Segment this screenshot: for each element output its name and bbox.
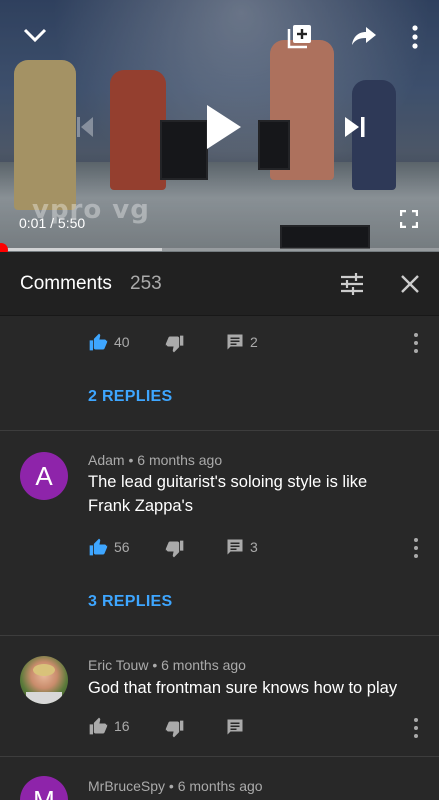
thumbs-up-icon [89, 538, 108, 556]
like-button[interactable]: 56 [88, 537, 130, 557]
comment-more-icon[interactable] [410, 717, 422, 739]
thumbs-down-icon[interactable] [165, 719, 185, 739]
meta-separator: • [148, 657, 162, 673]
like-count: 40 [114, 334, 130, 350]
comment-text-line: Frank Zappa's [88, 497, 193, 515]
comment-meta: Adam • 6 months ago [88, 452, 222, 468]
collapse-chevron-icon[interactable] [22, 25, 48, 45]
more-options-icon[interactable] [410, 24, 420, 50]
like-count: 56 [114, 539, 130, 555]
meta-separator: • [124, 452, 138, 468]
like-button[interactable]: 16 [88, 716, 130, 736]
thumbs-down-icon[interactable] [165, 334, 185, 354]
thumbs-up-icon [89, 717, 108, 735]
previous-icon [77, 117, 93, 137]
reply-button[interactable]: 3 [226, 538, 258, 556]
play-icon[interactable] [203, 103, 243, 151]
avatar[interactable] [20, 656, 68, 704]
reply-button[interactable]: 2 [226, 333, 258, 351]
sort-filter-icon[interactable] [338, 270, 366, 298]
progress-bar[interactable] [0, 248, 439, 251]
comment-time: 6 months ago [137, 452, 223, 468]
meta-separator: • [165, 778, 178, 794]
current-time: 0:01 [19, 215, 47, 231]
comments-list[interactable]: 40 2 2 REPLIES A Adam • 6 months ago The… [0, 316, 439, 800]
comments-title: Comments [20, 273, 112, 294]
divider [0, 430, 439, 431]
comment-author[interactable]: MrBruceSpy [88, 778, 165, 794]
comment-more-icon[interactable] [410, 537, 422, 559]
comment-time: 6 months ago [161, 657, 246, 673]
comment-author[interactable]: Adam [88, 452, 125, 468]
duration: 5:50 [57, 215, 86, 231]
reply-comment-icon [227, 539, 243, 555]
reply-comment-icon [227, 334, 243, 350]
view-replies-button[interactable]: 2 REPLIES [88, 388, 173, 406]
comment-meta: Eric Touw • 6 months ago [88, 657, 246, 673]
close-icon[interactable] [396, 270, 424, 298]
buffered-bar [0, 248, 163, 251]
divider [0, 756, 439, 757]
avatar[interactable]: A [20, 452, 68, 500]
comment-text-line: The lead guitarist's soloing style is li… [88, 473, 368, 491]
next-icon[interactable] [343, 115, 367, 139]
comments-count: 253 [130, 273, 162, 294]
video-timestamp: 0:01 / 5:50 [19, 215, 85, 231]
comment-text: God that frontman sure knows how to play [88, 679, 398, 697]
comment-time: 6 months ago [177, 778, 263, 794]
divider [0, 635, 439, 636]
reply-comment-icon [227, 719, 243, 735]
thumbs-up-icon [89, 333, 108, 351]
thumbs-down-icon[interactable] [165, 539, 185, 559]
avatar-photo-icon [26, 664, 62, 704]
comment-meta: MrBruceSpy • 6 months ago [88, 778, 263, 794]
comment-text: The lead guitarist's soloing style is li… [88, 470, 408, 518]
like-count: 16 [114, 718, 130, 734]
video-player[interactable]: vpro vg 0:01 / 5:50 [0, 0, 439, 252]
reply-count: 2 [250, 334, 258, 350]
view-replies-button[interactable]: 3 REPLIES [88, 593, 173, 611]
add-to-playlist-icon[interactable] [286, 22, 314, 50]
avatar[interactable]: M [20, 776, 68, 800]
reply-count: 3 [250, 539, 258, 555]
time-separator: / [46, 215, 58, 231]
fullscreen-icon[interactable] [400, 210, 418, 228]
reply-button[interactable] [226, 718, 244, 736]
comment-more-icon[interactable] [410, 332, 422, 354]
comments-header: Comments 253 [0, 252, 439, 316]
share-icon[interactable] [350, 24, 378, 48]
comment-author[interactable]: Eric Touw [88, 657, 148, 673]
like-button[interactable]: 40 [88, 332, 130, 352]
